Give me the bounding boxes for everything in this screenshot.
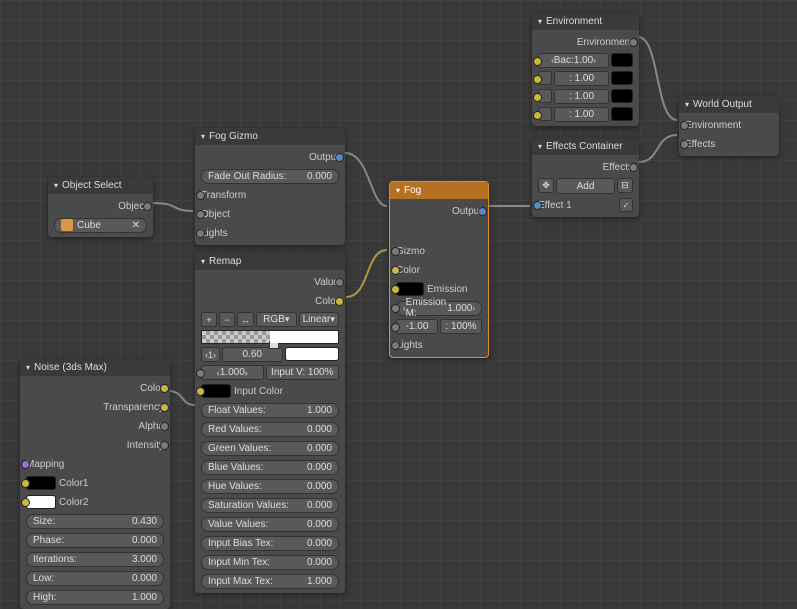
effect-1-enable[interactable]: ✓: [619, 198, 633, 212]
fade-out-radius[interactable]: Fade Out Radius:0.000: [201, 169, 339, 184]
distance[interactable]: -1.00: [396, 319, 438, 334]
blue-values[interactable]: Blue Values:0.000: [201, 460, 339, 475]
input-min-tex[interactable]: Input Min Tex:0.000: [201, 555, 339, 570]
input-color-swatch[interactable]: [201, 384, 231, 398]
gradient-handle[interactable]: [269, 341, 279, 349]
remove-stop-icon[interactable]: −: [219, 312, 235, 327]
node-header[interactable]: ▾Object Select: [48, 177, 153, 194]
float-values[interactable]: Float Values:1.000: [201, 403, 339, 418]
add-stop-icon[interactable]: +: [201, 312, 217, 327]
add-button[interactable]: Add: [556, 178, 615, 194]
node-effects-container[interactable]: ▾Effects Container Effects ✥Add⊟ Effect …: [532, 138, 639, 217]
node-object-select[interactable]: ▾Object Select Object Cube✕: [48, 177, 153, 237]
node-world-output[interactable]: ▾World Output Environment Effects: [679, 96, 779, 156]
node-noise[interactable]: ▾Noise (3ds Max) Color Transparency Alph…: [20, 359, 170, 609]
param-low[interactable]: Low:0.000: [26, 571, 164, 586]
param-phase[interactable]: Phase:0.000: [26, 533, 164, 548]
node-header[interactable]: ▾Effects Container: [532, 138, 639, 155]
green-values[interactable]: Green Values:0.000: [201, 441, 339, 456]
input-bias-tex[interactable]: Input Bias Tex:0.000: [201, 536, 339, 551]
emission-mult[interactable]: ‹Emission M: 1.000›: [396, 301, 482, 316]
bac-field[interactable]: ‹ Bac: 1.00 ›: [538, 53, 609, 68]
node-header[interactable]: ▾Environment: [532, 13, 639, 30]
bac-color[interactable]: [611, 53, 633, 67]
node-header[interactable]: ▾Remap: [195, 253, 345, 270]
input-max-tex[interactable]: Input Max Tex:1.000: [201, 574, 339, 589]
emission-swatch[interactable]: [396, 282, 424, 296]
value-values[interactable]: Value Values:0.000: [201, 517, 339, 532]
node-header[interactable]: ▾World Output: [679, 96, 779, 113]
stop-position[interactable]: 0.60: [222, 347, 283, 362]
distance-pct[interactable]: : 100%: [440, 319, 482, 334]
param-high[interactable]: High:1.000: [26, 590, 164, 605]
flip-icon[interactable]: ↔: [237, 312, 254, 327]
mode-rgb[interactable]: RGB ▾: [256, 312, 297, 327]
node-fog[interactable]: ▾Fog Output Gizmo Color Emission ‹Emissi…: [389, 181, 489, 358]
node-remap[interactable]: ▾Remap Value Color + − ↔ RGB ▾ Linear ▾ …: [195, 253, 345, 593]
node-header[interactable]: ▾Noise (3ds Max): [20, 359, 170, 376]
input-value[interactable]: ‹ 1.000 ›: [201, 365, 264, 380]
param-size[interactable]: Size:0.430: [26, 514, 164, 529]
node-header[interactable]: ▾Fog: [390, 182, 488, 199]
param-iterations[interactable]: Iterations:3.000: [26, 552, 164, 567]
red-values[interactable]: Red Values:0.000: [201, 422, 339, 437]
object-field[interactable]: Cube✕: [54, 218, 147, 233]
gradient-ramp[interactable]: [201, 330, 339, 344]
node-header[interactable]: ▾Fog Gizmo: [195, 128, 345, 145]
stop-color[interactable]: [285, 347, 340, 361]
add-plus-icon[interactable]: ✥: [538, 178, 554, 193]
node-environment[interactable]: ▾Environment Environment ‹ Bac: 1.00 › :…: [532, 13, 639, 126]
remove-button[interactable]: ⊟: [617, 178, 633, 193]
saturation-values[interactable]: Saturation Values:0.000: [201, 498, 339, 513]
stop-index[interactable]: ‹1›: [201, 347, 220, 362]
mode-linear[interactable]: Linear ▾: [299, 312, 340, 327]
hue-values[interactable]: Hue Values:0.000: [201, 479, 339, 494]
node-fog-gizmo[interactable]: ▾Fog Gizmo Output Fade Out Radius:0.000 …: [195, 128, 345, 245]
input-value-pct[interactable]: Input V: 100%: [266, 365, 339, 380]
